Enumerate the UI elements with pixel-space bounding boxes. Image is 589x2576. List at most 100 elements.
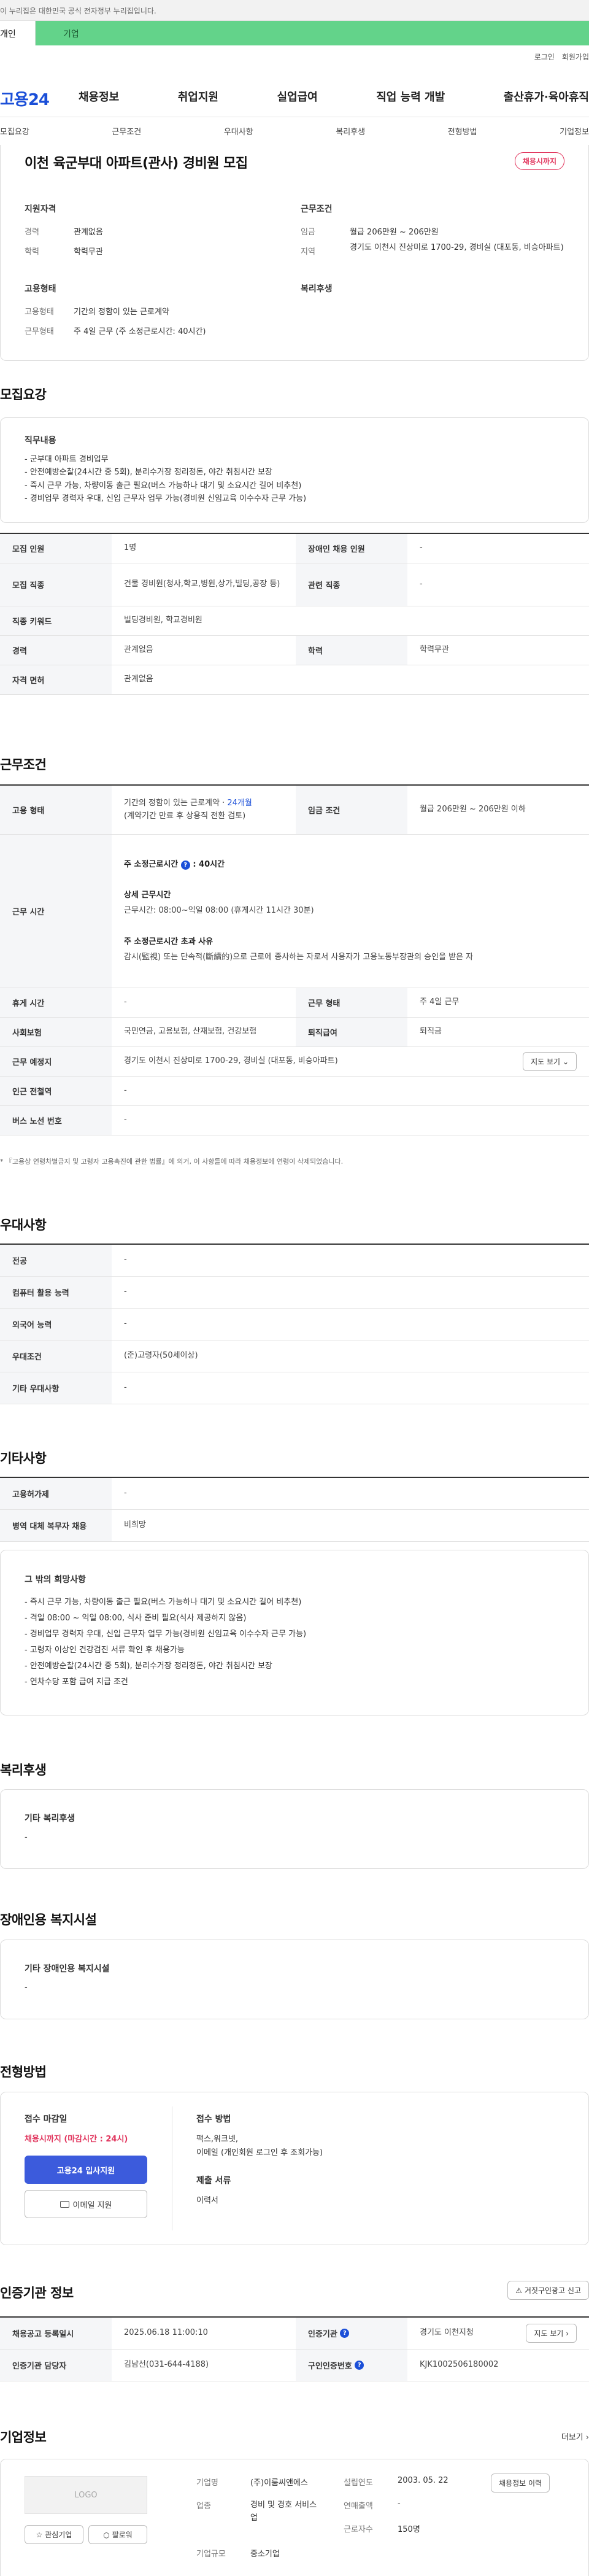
main-nav: 채용정보 취업지원 실업급여 직업 능력 개발 출산휴가·육아휴직	[79, 88, 589, 104]
tab-process[interactable]: 전형방법	[448, 125, 477, 145]
tab-company[interactable]: 기업정보	[560, 125, 589, 145]
map-button-wrap: 지도 보기 ⌄	[523, 1047, 589, 1076]
employment-type-label: 고용형태	[25, 307, 54, 317]
table-cell: 국민연금, 고용보험, 산재보험, 건강보험	[124, 1027, 257, 1037]
table-cell: -	[124, 1319, 127, 1329]
table-cell: 월급 206만원 ~ 206만원 이하	[420, 805, 526, 814]
company-name-value: (주)이룸씨앤에스	[250, 2478, 308, 2488]
table-cell: 1명	[124, 543, 137, 553]
tab-individual[interactable]: 개인	[0, 21, 36, 45]
table-cell: -	[420, 543, 423, 553]
list-item: - 고령자 이상인 건강검진 서류 확인 후 채용가능	[25, 1646, 185, 1655]
welfare-value: -	[25, 1833, 28, 1842]
follow-button[interactable]: ○ 팔로워	[88, 2525, 147, 2544]
info-icon[interactable]: ?	[340, 2329, 350, 2338]
table-row: 직종 키워드 빌딩경비원, 학교경비원	[0, 606, 589, 636]
table-row: 우대조건 (준)고령자(50세이상)	[0, 1340, 589, 1372]
report-ad-button[interactable]: ⚠ 거짓구인광고 신고	[507, 2281, 589, 2300]
employees-value: 150명	[398, 2525, 420, 2534]
table-row: 인근 전철역 -	[0, 1077, 589, 1106]
recruit-table: 모집 인원 1명 장애인 채용 인원 - 모집 직종 건물 경비원(청사,학교,…	[0, 533, 589, 695]
established-label: 설립연도	[344, 2478, 373, 2488]
list-item: - 안전예방순찰(24시간 중 5회), 분리수거장 정리정돈, 야간 취침시간…	[25, 1661, 272, 1671]
table-cell: 퇴직금	[420, 1027, 442, 1037]
education-value: 학력무관	[74, 247, 103, 257]
table-header-cell: 근무 형태	[296, 988, 407, 1017]
company-name-label: 기업명	[196, 2478, 218, 2488]
apply-button[interactable]: 고용24 입사지원	[25, 2156, 147, 2184]
map-button-wrap: 지도 보기 ›	[526, 2318, 589, 2349]
email-apply-button[interactable]: 이메일 지원	[25, 2190, 147, 2218]
site-logo[interactable]: 고용24	[0, 87, 50, 110]
table-row: 휴게 시간 - 근무 형태 주 4일 근무	[0, 988, 589, 1018]
tab-preferences[interactable]: 우대사항	[224, 125, 253, 145]
report-ad-label: 거짓구인광고 신고	[524, 2286, 581, 2295]
tab-recruit[interactable]: 모집요강	[0, 125, 29, 145]
table-row: 고용허가제 -	[0, 1478, 589, 1510]
exceed-reason-value: 감시(監視) 또는 단속적(斷續的)으로 근로에 종사하는 자로서 사용자가 고…	[124, 952, 474, 962]
tab-welfare[interactable]: 복리후생	[336, 125, 365, 145]
favorite-label: 관심기업	[45, 2531, 72, 2539]
status-badge: 채용시까지	[514, 152, 564, 170]
industry-value: 경비 및 경호 서비스업	[250, 2501, 317, 2523]
tab-company[interactable]: 기업	[36, 21, 589, 45]
table-header-cell: 버스 노선 번호	[0, 1106, 112, 1135]
table-header-cell: 인근 전철역	[0, 1077, 112, 1105]
tab-conditions[interactable]: 근무조건	[112, 125, 141, 145]
table-header-cell: 임금 조건	[296, 786, 407, 834]
contract-period: 24개월	[227, 798, 252, 808]
table-cell: -	[124, 1115, 127, 1125]
info-icon[interactable]: ?	[355, 2361, 364, 2370]
wage-value: 월급 206만원 ~ 206만원	[350, 228, 439, 237]
list-item: - 군부대 아파트 경비업무	[25, 455, 109, 464]
login-link[interactable]: 로그인	[534, 52, 555, 62]
employees-label: 근로자수	[344, 2525, 373, 2534]
work-type-label: 근무형태	[25, 327, 54, 336]
favorite-company-button[interactable]: ☆ 관심기업	[25, 2525, 83, 2544]
signup-link[interactable]: 회원가입	[562, 52, 589, 62]
agency-map-label: 지도 보기	[534, 2329, 564, 2338]
info-icon[interactable]: ?	[180, 860, 190, 870]
location-value: 경기도 이천시 진상미로 1700-29, 경비실 (대포동, 비승아파트)	[350, 243, 564, 252]
table-header-cell: 경력	[0, 636, 112, 665]
sales-value: -	[398, 2499, 401, 2508]
table-header-cell: 모집 인원	[0, 534, 112, 563]
employment-heading: 고용형태	[25, 284, 56, 294]
table-header-cell: 고용허가제	[0, 1478, 112, 1509]
detail-hours-label: 상세 근무시간	[124, 891, 171, 900]
welfare-heading: 기타 복리후생	[25, 1814, 75, 1824]
table-row: 외국어 능력 -	[0, 1309, 589, 1340]
employment-type-value: 기간의 정함이 있는 근로계약	[74, 307, 169, 317]
list-item: - 연차수당 포함 급여 지급 조건	[25, 1677, 128, 1687]
nav-employment-support[interactable]: 취업지원	[178, 88, 218, 104]
nav-unemployment-benefit[interactable]: 실업급여	[277, 88, 318, 104]
map-button-label: 지도 보기	[531, 1058, 561, 1066]
table-row: 전공 -	[0, 1245, 589, 1277]
table-header-cell: 인증기관 담당자	[0, 2350, 112, 2381]
more-link[interactable]: 더보기 ›	[561, 2431, 589, 2442]
table-cell: KJK1002506180002	[420, 2360, 499, 2370]
welfare-box	[0, 1789, 589, 1869]
map-button[interactable]: 지도 보기 ⌄	[523, 1052, 577, 1071]
table-row: 기타 우대사항 -	[0, 1372, 589, 1404]
career-label: 경력	[25, 228, 39, 237]
list-item: - 경비업무 경력자 우대, 신입 근무자 업무 가능(경비원 신임교육 이수수…	[25, 1630, 307, 1639]
nav-maternity-leave[interactable]: 출산휴가·육아휴직	[504, 88, 589, 104]
list-item: - 즉시 근무 가능, 차량이동 출근 필요(버스 가능하나 대기 및 소요시간…	[25, 481, 302, 490]
table-header-cell: 휴게 시간	[0, 988, 112, 1017]
agency-map-button[interactable]: 지도 보기 ›	[526, 2324, 577, 2343]
hiring-history-button[interactable]: 채용정보 이력	[491, 2474, 550, 2493]
table-header-cell: 사회보험	[0, 1018, 112, 1046]
method-value-1: 팩스,워크넷,	[196, 2135, 239, 2144]
table-cell: 김남선(031-644-4188)	[124, 2360, 209, 2370]
table-row: 근무 시간 주 소정근로시간 ? : 40시간 상세 근무시간 근무시간: 08…	[0, 835, 589, 988]
table-header-cell: 학력	[296, 636, 407, 665]
nav-job-training[interactable]: 직업 능력 개발	[376, 88, 445, 104]
table-header-cell: 근무 시간	[0, 835, 112, 988]
documents-heading: 제출 서류	[196, 2176, 231, 2186]
chevron-right-icon: ›	[585, 2433, 589, 2442]
company-size-label: 기업규모	[196, 2550, 226, 2559]
table-header-cell: 관련 직종	[296, 563, 407, 606]
nav-jobs[interactable]: 채용정보	[79, 88, 119, 104]
table-row: 컴퓨터 활용 능력 -	[0, 1277, 589, 1309]
